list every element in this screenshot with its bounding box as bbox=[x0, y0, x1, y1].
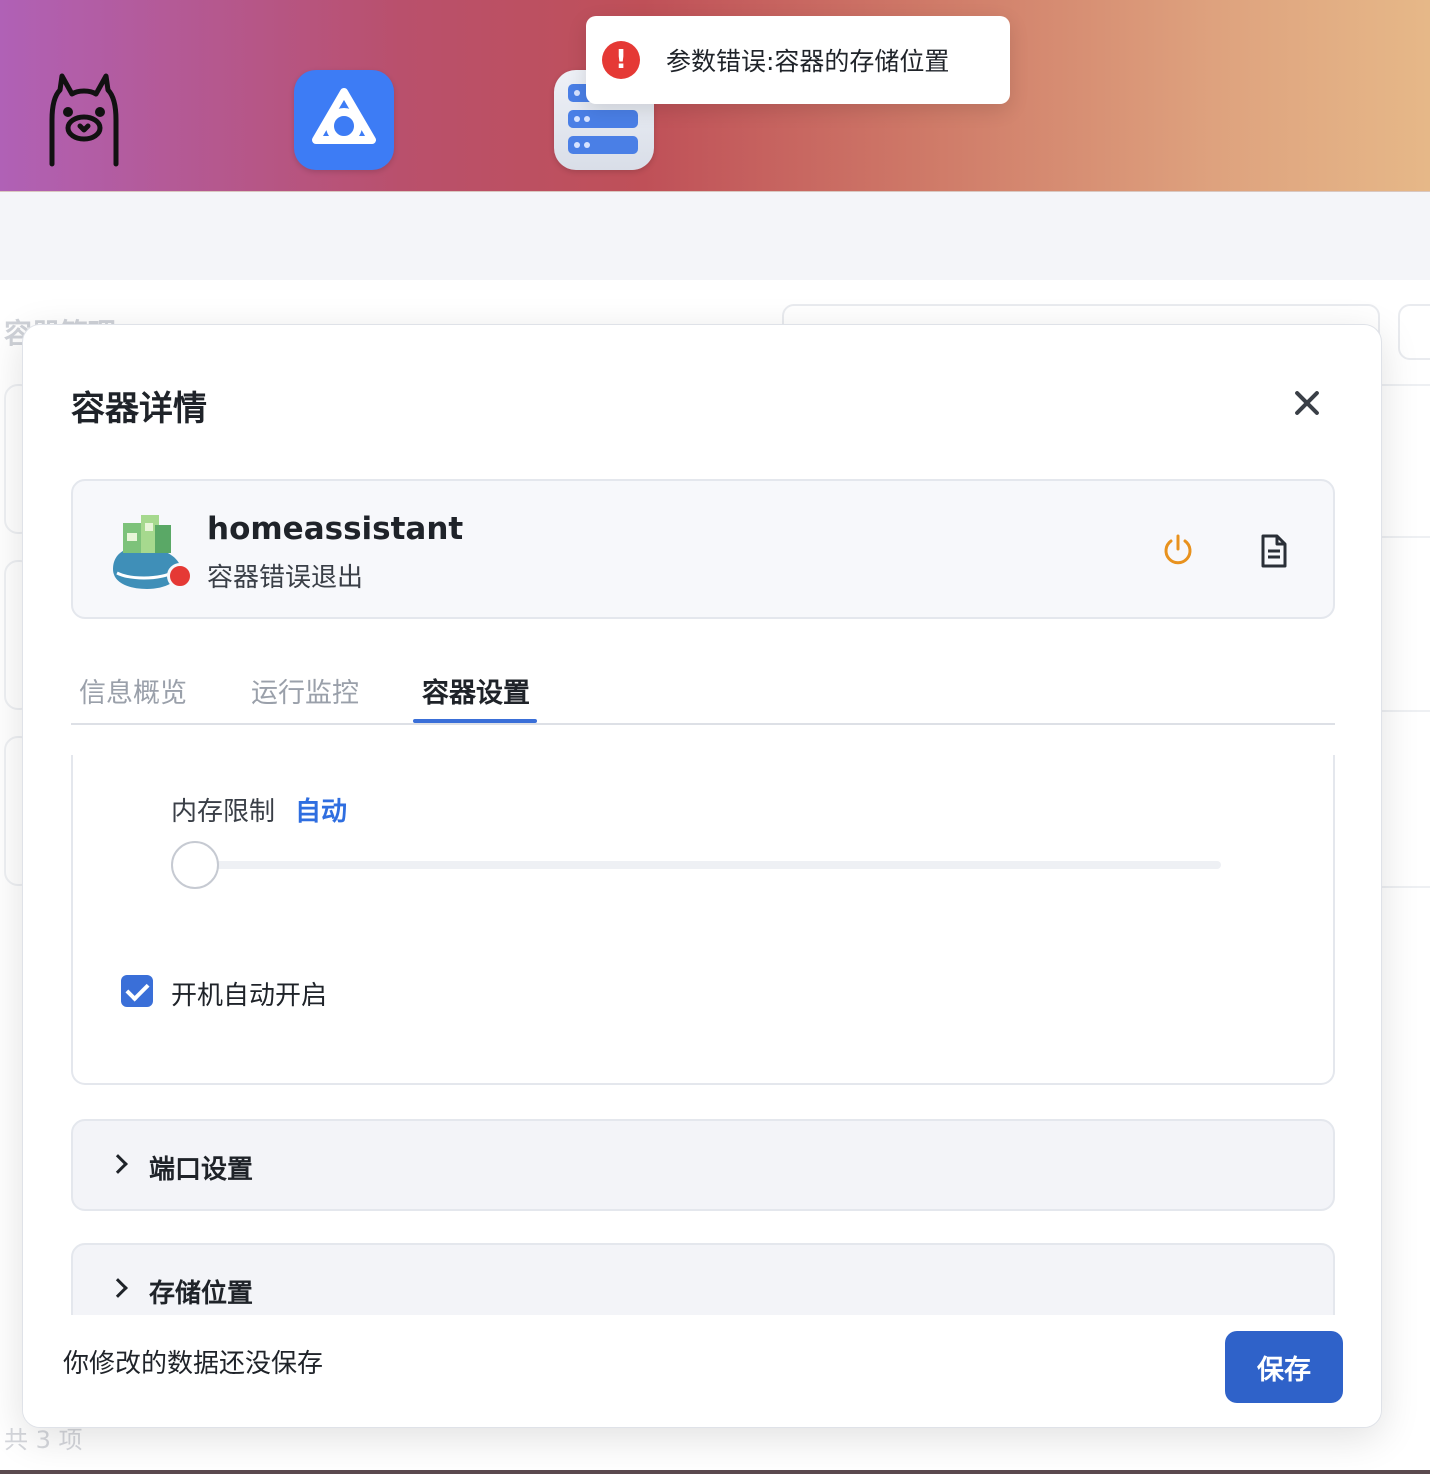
container-settings-panel: 内存限制 自动 开机自动开启 bbox=[71, 755, 1335, 1085]
divider bbox=[1380, 536, 1430, 538]
memory-limit-slider-handle[interactable] bbox=[171, 841, 219, 889]
unsaved-changes-text: 你修改的数据还没保存 bbox=[63, 1349, 324, 1379]
divider bbox=[1380, 710, 1430, 712]
container-info-card: homeassistant 容器错误退出 bbox=[71, 479, 1335, 619]
dialog-title: 容器详情 bbox=[71, 389, 207, 429]
toast-message: 参数错误:容器的存储位置 bbox=[666, 47, 950, 76]
blue-triangle-app-icon[interactable] bbox=[294, 70, 394, 170]
chevron-right-icon bbox=[108, 1278, 128, 1298]
divider bbox=[1380, 384, 1430, 386]
background-refresh-button[interactable] bbox=[1398, 304, 1430, 360]
divider bbox=[1380, 886, 1430, 888]
memory-limit-label: 内存限制 bbox=[171, 797, 276, 827]
close-icon[interactable] bbox=[1289, 385, 1325, 421]
autostart-label[interactable]: 开机自动开启 bbox=[171, 975, 327, 1012]
error-toast: ! 参数错误:容器的存储位置 bbox=[586, 16, 1010, 104]
error-exclamation-icon: ! bbox=[602, 41, 640, 79]
chevron-right-icon bbox=[108, 1154, 128, 1174]
save-button[interactable]: 保存 bbox=[1225, 1331, 1343, 1403]
memory-limit-value: 自动 bbox=[295, 797, 348, 827]
memory-limit-slider[interactable] bbox=[193, 861, 1221, 869]
dialog-footer: 你修改的数据还没保存 保存 bbox=[23, 1315, 1381, 1427]
tab-settings[interactable]: 容器设置 bbox=[422, 671, 530, 710]
container-status: 容器错误退出 bbox=[207, 563, 364, 593]
autostart-checkbox[interactable] bbox=[121, 975, 153, 1007]
status-error-dot bbox=[167, 563, 193, 589]
container-name: homeassistant bbox=[207, 511, 464, 547]
power-icon[interactable] bbox=[1161, 533, 1195, 567]
port-settings-label: 端口设置 bbox=[149, 1155, 254, 1185]
tab-overview[interactable]: 信息概览 bbox=[79, 671, 187, 710]
detail-tabs: 信息概览 运行监控 容器设置 bbox=[71, 659, 1335, 725]
bottom-strip bbox=[0, 1470, 1430, 1474]
storage-location-label: 存储位置 bbox=[149, 1279, 254, 1309]
tab-monitor[interactable]: 运行监控 bbox=[251, 671, 359, 710]
log-file-icon[interactable] bbox=[1257, 533, 1291, 569]
active-tab-indicator bbox=[413, 719, 537, 723]
port-settings-section[interactable]: 端口设置 bbox=[71, 1119, 1335, 1211]
llama-app-icon[interactable] bbox=[42, 72, 126, 168]
container-detail-dialog: 容器详情 homeassistant 容器错误退出 信息概览 运行监控 容器设置… bbox=[22, 324, 1382, 1428]
